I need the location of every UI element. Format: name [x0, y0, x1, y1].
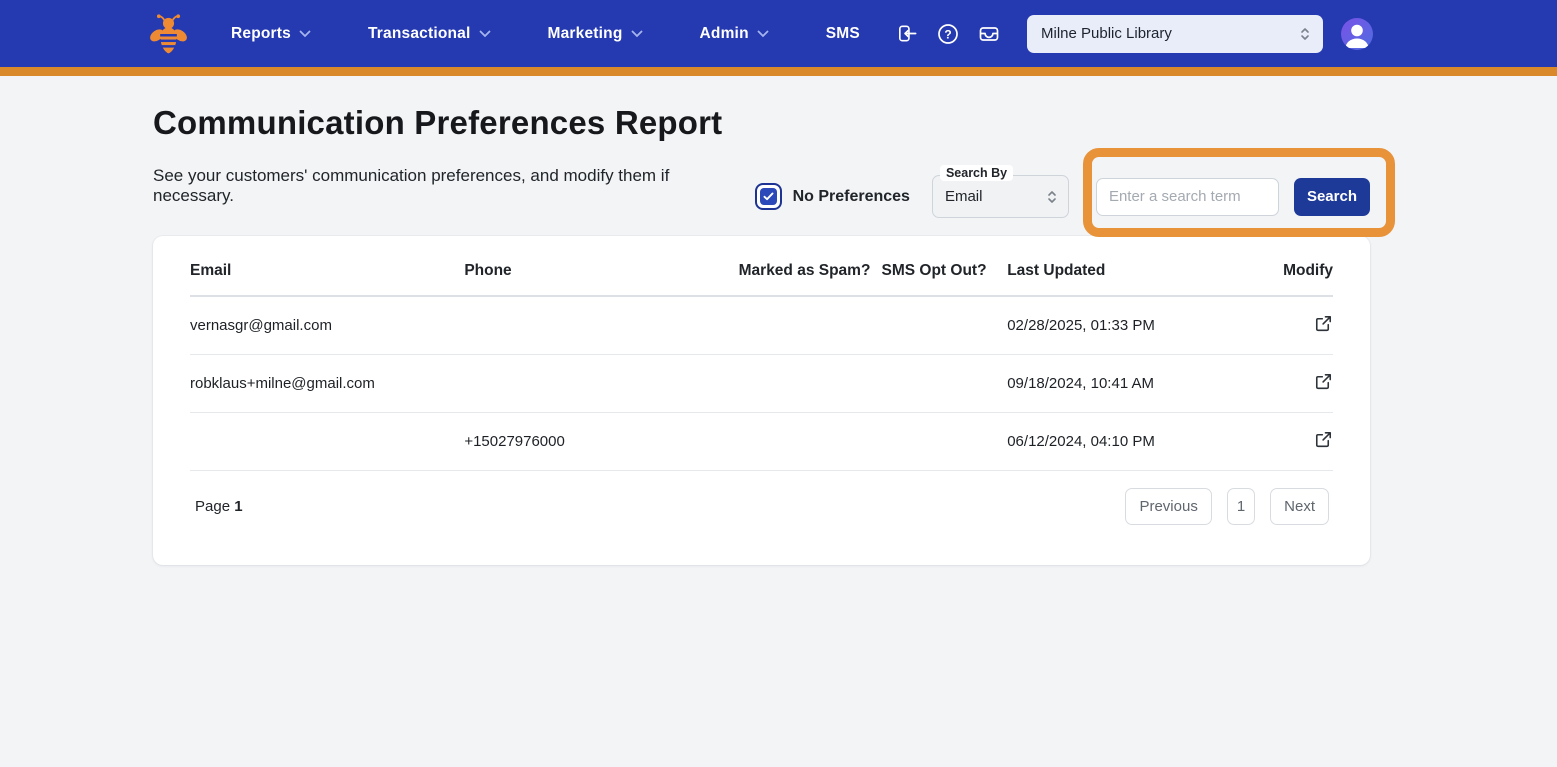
page-number: 1	[234, 498, 243, 515]
cell-last-updated: 09/18/2024, 10:41 AM	[1007, 354, 1282, 413]
page-subtitle: See your customers' communication prefer…	[153, 166, 670, 205]
modify-button[interactable]	[1314, 430, 1333, 449]
nav-item-marketing[interactable]: Marketing	[548, 25, 643, 43]
table-row: vernasgr@gmail.com 02/28/2025, 01:33 PM	[190, 296, 1333, 355]
chevron-down-icon	[757, 30, 769, 37]
no-preferences-checkbox[interactable]	[754, 183, 782, 210]
bee-icon	[150, 13, 187, 53]
svg-text:?: ?	[944, 27, 951, 41]
help-icon[interactable]: ?	[936, 22, 960, 46]
search-by-label: Search By	[939, 165, 1014, 181]
select-chevrons-icon	[1301, 27, 1309, 40]
chevron-down-icon	[631, 30, 642, 37]
search-input[interactable]	[1095, 177, 1279, 216]
results-card: Email Phone Marked as Spam? SMS Opt Out?…	[153, 236, 1370, 565]
cell-last-updated: 06/12/2024, 04:10 PM	[1007, 412, 1282, 471]
cell-spam	[738, 354, 882, 413]
search-by-value: Email	[944, 188, 983, 205]
cell-email: vernasgr@gmail.com	[190, 296, 465, 355]
table-header-row: Email Phone Marked as Spam? SMS Opt Out?…	[190, 236, 1333, 297]
modify-button[interactable]	[1314, 372, 1333, 391]
cell-phone: +15027976000	[464, 412, 739, 471]
external-link-icon	[1315, 431, 1332, 448]
cell-sms	[881, 354, 1008, 413]
cell-phone	[464, 296, 739, 355]
nav-item-admin[interactable]: Admin	[700, 25, 769, 43]
user-avatar[interactable]	[1340, 17, 1374, 51]
next-button[interactable]: Next	[1270, 488, 1329, 525]
checkmark-icon	[763, 192, 774, 201]
search-group: Search	[1082, 147, 1395, 237]
nav-item-transactional[interactable]: Transactional	[368, 25, 491, 43]
nav-item-label: SMS	[825, 24, 860, 42]
cell-email: robklaus+milne@gmail.com	[190, 354, 465, 413]
bee-logo[interactable]	[150, 13, 187, 55]
navbar-icons: ?	[896, 22, 1001, 46]
organization-select[interactable]: Milne Public Library	[1027, 14, 1323, 53]
cell-sms	[881, 412, 1008, 471]
cell-last-updated: 02/28/2025, 01:33 PM	[1007, 296, 1282, 355]
external-link-icon	[1315, 373, 1332, 390]
nav-item-label: Reports	[231, 24, 291, 42]
no-preferences-label: No Preferences	[792, 187, 910, 205]
pagination-buttons: Previous 1 Next	[1125, 488, 1329, 525]
column-header-phone: Phone	[464, 236, 739, 297]
page-label: Page	[195, 498, 231, 515]
preferences-table: Email Phone Marked as Spam? SMS Opt Out?…	[190, 236, 1333, 471]
column-header-modify: Modify	[1281, 236, 1333, 297]
chevron-down-icon	[299, 30, 311, 37]
page-header: Communication Preferences Report See you…	[153, 104, 1395, 237]
inbox-icon[interactable]	[977, 22, 1001, 46]
no-preferences-checkbox-group[interactable]: No Preferences	[754, 183, 910, 210]
nav-item-label: Admin	[699, 24, 749, 42]
table-row: +15027976000 06/12/2024, 04:10 PM	[190, 412, 1333, 471]
column-header-last-updated: Last Updated	[1007, 236, 1282, 297]
pagination: Page 1 Previous 1 Next	[153, 471, 1370, 565]
previous-button[interactable]: Previous	[1125, 488, 1212, 525]
organization-select-value: Milne Public Library	[1041, 25, 1172, 42]
select-chevrons-icon	[1048, 190, 1056, 203]
cell-sms	[881, 296, 1008, 355]
column-header-spam: Marked as Spam?	[738, 236, 882, 297]
nav-menu: Reports Transactional Marketing Admin SM…	[231, 25, 860, 43]
column-header-email: Email	[190, 236, 465, 297]
cell-spam	[738, 412, 882, 471]
column-header-sms: SMS Opt Out?	[881, 236, 1008, 297]
nav-item-label: Transactional	[367, 24, 471, 42]
cell-email	[190, 412, 465, 471]
search-by-select[interactable]: Search By Email	[931, 165, 1069, 218]
top-navbar: Reports Transactional Marketing Admin SM…	[0, 0, 1557, 67]
cell-phone	[464, 354, 739, 413]
navbar-right: ? Milne Public Library	[896, 14, 1557, 53]
page-header-text: Communication Preferences Report See you…	[153, 104, 755, 206]
login-icon[interactable]	[896, 22, 919, 45]
page-indicator: Page 1	[195, 498, 243, 515]
modify-button[interactable]	[1314, 314, 1333, 333]
nav-item-reports[interactable]: Reports	[231, 25, 311, 43]
search-button[interactable]: Search	[1293, 177, 1370, 216]
external-link-icon	[1315, 315, 1332, 332]
cell-spam	[738, 296, 882, 355]
page-title: Communication Preferences Report	[153, 104, 723, 141]
nav-item-label: Marketing	[547, 24, 623, 42]
nav-item-sms[interactable]: SMS	[826, 25, 860, 43]
filter-bar: No Preferences Search By Email Search	[754, 147, 1395, 237]
chevron-down-icon	[479, 30, 490, 37]
table-row: robklaus+milne@gmail.com 09/18/2024, 10:…	[190, 354, 1333, 413]
checkbox-checked-fill	[759, 188, 777, 205]
accent-bar	[0, 67, 1557, 76]
page-1-button[interactable]: 1	[1226, 488, 1256, 525]
